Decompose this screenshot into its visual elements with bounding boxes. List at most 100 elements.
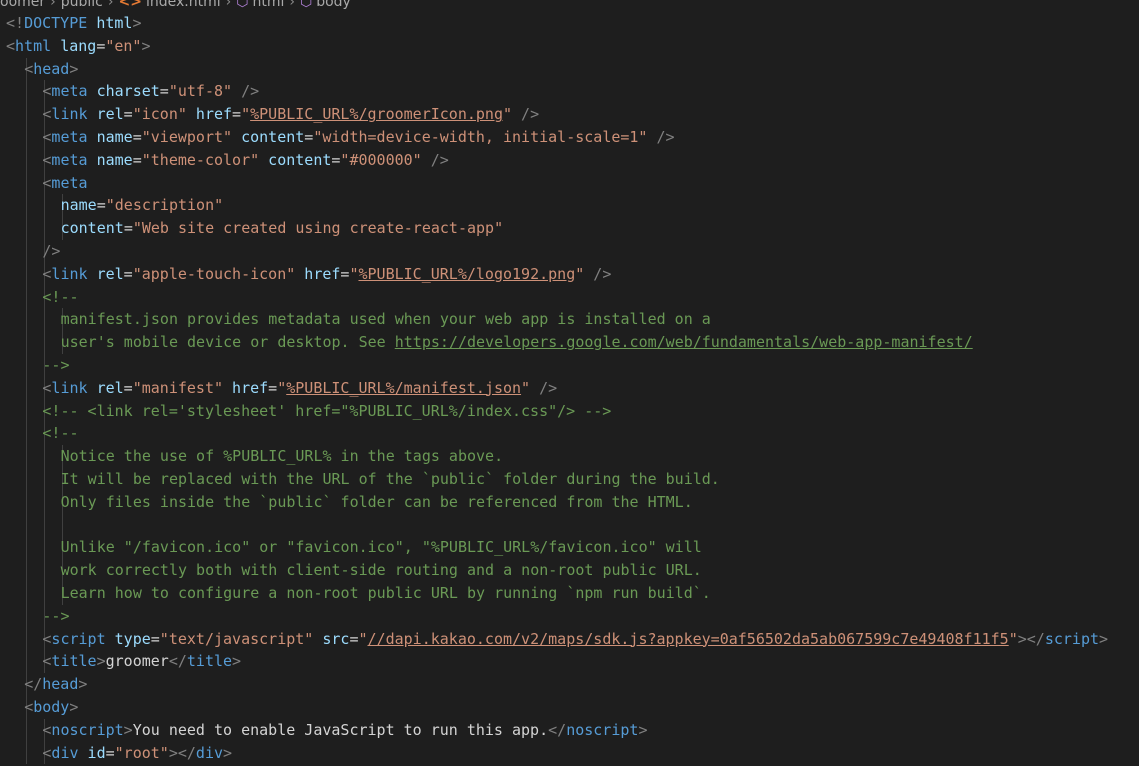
indent-guide — [26, 239, 27, 263]
code-line[interactable]: <title>groomer</title> — [0, 650, 1139, 674]
code-line[interactable]: --> — [0, 604, 1139, 628]
code-token: > — [69, 59, 79, 78]
indent-guide — [26, 422, 27, 446]
chevron-right-icon: › — [289, 0, 295, 10]
code-token: user's mobile device or desktop. See — [60, 333, 395, 352]
chevron-right-icon: › — [50, 0, 56, 10]
code-line[interactable]: --> — [0, 353, 1139, 377]
code-token: /> — [430, 150, 449, 169]
code-line[interactable]: <meta charset="utf-8" /> — [0, 80, 1139, 104]
breadcrumb-item-public[interactable]: public — [61, 0, 103, 10]
code-line-content: <meta charset="utf-8" /> — [42, 80, 259, 103]
code-token: = — [123, 378, 133, 397]
code-line[interactable]: <meta — [0, 171, 1139, 195]
code-line-content: --> — [42, 605, 69, 628]
code-token: > — [78, 675, 88, 694]
code-line[interactable]: It will be replaced with the URL of the … — [0, 467, 1139, 491]
code-token: ></ — [168, 743, 196, 762]
code-line[interactable]: <!-- — [0, 285, 1139, 309]
indent-guide — [26, 604, 27, 628]
html-file-icon: <> — [118, 0, 142, 10]
code-token: body — [33, 697, 70, 716]
code-line-content: It will be replaced with the URL of the … — [61, 468, 720, 491]
code-token: = — [304, 127, 314, 146]
code-line[interactable]: Unlike "/favicon.ico" or "favicon.ico", … — [0, 536, 1139, 560]
code-line[interactable]: user's mobile device or desktop. See htt… — [0, 331, 1139, 354]
code-line[interactable]: Only files inside the `public` folder ca… — [0, 490, 1139, 514]
code-token: href — [304, 264, 341, 283]
code-line[interactable]: <noscript>You need to enable JavaScript … — [0, 718, 1139, 742]
code-token: rel — [96, 378, 124, 397]
code-line-content: <!-- <link rel='stylesheet' href="%PUBLI… — [42, 400, 611, 423]
indent-guide — [26, 217, 27, 240]
breadcrumb-item-body[interactable]: ⬡ body — [300, 0, 351, 10]
indent-guide — [26, 80, 27, 104]
code-line[interactable] — [0, 513, 1139, 537]
code-token: < — [24, 697, 34, 716]
code-line-content: <link rel="icon" href="%PUBLIC_URL%/groo… — [42, 103, 539, 126]
code-line[interactable]: <link rel="apple-touch-icon" href="%PUBL… — [0, 262, 1139, 286]
code-line[interactable]: Notice the use of %PUBLIC_URL% in the ta… — [0, 445, 1139, 468]
code-line[interactable]: <!-- — [0, 422, 1139, 446]
code-token: > — [69, 697, 79, 716]
breadcrumb-item-html[interactable]: ⬡ html — [236, 0, 284, 10]
breadcrumb-item-oomer[interactable]: oomer — [0, 0, 45, 10]
code-line[interactable]: <script type="text/javascript" src="//da… — [0, 627, 1139, 651]
code-token: html — [96, 14, 133, 32]
indent-guide — [26, 399, 27, 423]
code-token: %PUBLIC_URL%/manifest.json — [286, 378, 522, 397]
code-token: src — [322, 629, 350, 648]
code-token: <!-- <link rel='stylesheet' href="%PUBLI… — [42, 401, 612, 420]
breadcrumb-label: oomer — [0, 0, 46, 10]
code-token: head — [33, 59, 70, 78]
code-editor[interactable]: <!DOCTYPE html> <html lang="en"> <head> <me… — [0, 12, 1139, 765]
code-line[interactable]: <meta name="viewport" content="width=dev… — [0, 125, 1139, 149]
breadcrumb-label: index.html — [145, 0, 221, 10]
code-line[interactable]: </head> — [0, 673, 1139, 696]
code-line[interactable]: <meta name="theme-color" content="#00000… — [0, 148, 1139, 172]
indent-guide — [26, 171, 27, 195]
code-token: rel — [96, 264, 124, 283]
code-token: It will be replaced with the URL of the … — [60, 469, 720, 488]
code-token: </ — [548, 720, 567, 739]
code-line[interactable]: work correctly both with client-side rou… — [0, 559, 1139, 582]
code-line[interactable]: <div id="root"></div> — [0, 741, 1139, 765]
code-token: "utf-8" — [168, 82, 233, 101]
code-token: noscript — [51, 720, 124, 739]
code-line-content: user's mobile device or desktop. See htt… — [61, 331, 973, 354]
breadcrumb-item-index-html[interactable]: <> index.html — [118, 0, 220, 10]
code-line[interactable]: <!DOCTYPE html> — [0, 12, 1139, 35]
code-line-content: <meta name="theme-color" content="#00000… — [42, 149, 448, 172]
code-token: groomer — [105, 652, 169, 671]
code-line[interactable]: <body> — [0, 695, 1139, 719]
code-token: charset — [96, 82, 160, 101]
code-token: "icon" — [132, 105, 187, 124]
code-line-content: Only files inside the `public` folder ca… — [61, 491, 693, 514]
code-line-content: <!-- — [42, 422, 78, 445]
code-line[interactable]: Learn how to configure a non-root public… — [0, 581, 1139, 605]
indent-guide — [26, 627, 27, 651]
element-icon: ⬡ — [236, 0, 249, 10]
chevron-right-icon: › — [107, 0, 114, 10]
code-line[interactable]: <link rel="icon" href="%PUBLIC_URL%/groo… — [0, 103, 1139, 126]
code-line[interactable]: <head> — [0, 57, 1139, 81]
code-line[interactable]: manifest.json provides metadata used whe… — [0, 308, 1139, 332]
code-token: work correctly both with client-side rou… — [60, 561, 702, 580]
code-line[interactable]: <html lang="en"> — [0, 35, 1139, 58]
code-token: ></ — [1017, 629, 1045, 648]
code-line[interactable]: /> — [0, 239, 1139, 263]
code-token: You need to enable JavaScript to run thi… — [132, 720, 549, 739]
code-line[interactable]: <!-- <link rel='stylesheet' href="%PUBLI… — [0, 399, 1139, 423]
code-line[interactable]: name="description" — [0, 194, 1139, 218]
code-token: " — [277, 378, 287, 397]
code-token: script — [51, 629, 106, 648]
code-token: = — [123, 219, 133, 238]
code-line[interactable]: <link rel="manifest" href="%PUBLIC_URL%/… — [0, 376, 1139, 400]
code-line[interactable]: content="Web site created using create-r… — [0, 217, 1139, 240]
code-token: /> — [42, 241, 61, 260]
code-token: > — [123, 720, 133, 739]
code-token: = — [123, 264, 133, 283]
code-token: "Web site created using create-react-app… — [132, 219, 504, 238]
